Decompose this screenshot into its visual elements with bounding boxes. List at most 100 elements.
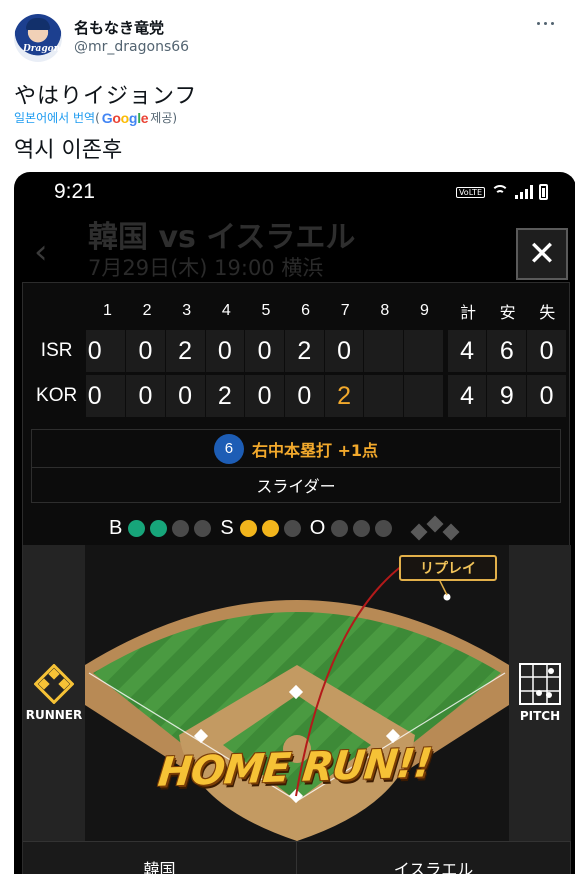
tweet-header: Dragons 名もなき竜党 @mr_dragons66 [14, 12, 562, 62]
replay-button[interactable]: リプレイ [399, 555, 497, 581]
hits-total: 6 [487, 330, 527, 372]
strike-dot [283, 519, 301, 537]
inning-score: 0 [126, 375, 165, 417]
team-name: ISR [40, 340, 73, 361]
field-diagram [85, 564, 509, 841]
ball-dot [194, 519, 212, 537]
batter-number-badge: 6 [213, 433, 244, 464]
tab-israel[interactable]: イスラエル [297, 841, 571, 874]
avatar[interactable]: Dragons [14, 14, 62, 62]
scoreboard-row-isr: ISR 0 0 2 0 0 2 0 4 6 0 [27, 329, 567, 373]
inning-score-current: 2 [324, 375, 364, 417]
outs-label: O [309, 516, 326, 539]
scoreboard-header: 1 2 3 4 5 6 7 8 9 計 安 失 [27, 293, 567, 329]
inning-score: 0 [165, 375, 205, 417]
inning-header: 4 [221, 302, 231, 319]
play-detail-panel: 1 2 3 4 5 6 7 8 9 計 安 失 ISR 0 0 2 0 0 2 … [22, 282, 571, 874]
translate-paren-open: ( [95, 110, 100, 125]
inning-score: 0 [205, 330, 245, 372]
inning-score: 2 [165, 330, 205, 372]
inning-score: 0 [324, 330, 364, 372]
game-title: 韓国 vs イスラエル [88, 220, 356, 255]
runs-header: 計 [459, 305, 476, 322]
display-name[interactable]: 名もなき竜党 [74, 17, 164, 38]
inning-header: 2 [142, 302, 152, 319]
tweet-media-image[interactable]: 9:21 VoLTE ‹ 韓国 vs イスラエル 7月29日(木) 19:00 … [14, 172, 575, 874]
translated-text: 역시 이존후 [14, 138, 123, 163]
volte-icon: VoLTE [455, 186, 485, 198]
errors-total: 0 [527, 330, 566, 372]
strikes-dots [239, 519, 306, 537]
runs-total: 4 [447, 330, 487, 372]
inning-header: 1 [103, 302, 112, 319]
google-logo: Google [101, 109, 149, 126]
play-info-box: 6 右中本塁打 +1点 スライダー [31, 429, 561, 503]
strike-dot [239, 519, 257, 537]
team-name: KOR [36, 385, 78, 406]
strike-dot [261, 519, 279, 537]
home-run-banner: HOME RUN!! [155, 740, 434, 796]
inning-score [404, 330, 443, 372]
translate-label[interactable]: 일본어에서 번역 [14, 109, 95, 126]
pitch-button[interactable]: PITCH [509, 545, 571, 841]
scoreboard: 1 2 3 4 5 6 7 8 9 計 安 失 ISR 0 0 2 0 0 2 … [27, 293, 567, 419]
runs-total: 4 [447, 375, 487, 417]
out-dot [353, 519, 371, 537]
play-line: 6 右中本塁打 +1点 [32, 430, 560, 468]
ball-dot [128, 519, 146, 537]
inning-score [404, 375, 443, 417]
status-time: 9:21 [54, 180, 95, 203]
out-dot [331, 519, 349, 537]
more-options-icon[interactable] [534, 14, 558, 34]
runner-button[interactable]: RUNNER [23, 545, 85, 841]
translate-paren-close: ) [172, 110, 178, 125]
inning-header: 7 [340, 302, 350, 319]
inning-score: 0 [86, 375, 126, 417]
hits-total: 9 [487, 375, 527, 417]
pitch-label: PITCH [519, 709, 561, 723]
team-tabs: 韓国 イスラエル [23, 841, 571, 874]
game-subtitle: 7月29日(木) 19:00 横浜 [88, 256, 324, 280]
inning-header: 9 [420, 302, 429, 319]
inning-score: 0 [126, 330, 165, 372]
play-description: 右中本塁打 +1点 [251, 440, 379, 460]
inning-header: 8 [380, 302, 390, 319]
signal-icon [515, 185, 533, 199]
tweet-text: やはりイジョンフ [14, 84, 198, 109]
balls-label: B [109, 516, 123, 539]
inning-score [364, 375, 404, 417]
pitch-grid-icon [519, 663, 561, 705]
inning-header: 3 [182, 302, 192, 319]
pitch-type: スライダー [256, 477, 336, 496]
field-area: RUNNER リプレイ HOME RUN!! PITCH [23, 545, 571, 841]
wifi-icon [491, 185, 509, 199]
translate-row[interactable]: 일본어에서 번역 ( Google 제공 ) [14, 109, 177, 126]
balls-dots [128, 519, 216, 537]
inning-score [364, 330, 404, 372]
inning-score: 2 [284, 330, 324, 372]
bases-diamond-icon [407, 515, 463, 541]
scoreboard-row-kor: KOR 0 0 0 2 0 0 2 4 9 0 [27, 374, 567, 418]
ball-dot [150, 519, 168, 537]
inning-header: 6 [301, 302, 311, 319]
runner-icon [34, 664, 74, 704]
tab-korea[interactable]: 韓国 [23, 841, 297, 874]
hits-header: 安 [499, 305, 516, 322]
avatar-cap [26, 18, 50, 30]
outs-dots [331, 519, 397, 537]
inning-score: 0 [284, 375, 324, 417]
back-arrow-icon[interactable]: ‹ [34, 232, 48, 272]
inning-score: 0 [245, 330, 284, 372]
strikes-label: S [220, 516, 234, 539]
runner-label: RUNNER [25, 708, 83, 722]
translate-provider-suffix: 제공 [150, 111, 173, 125]
user-handle[interactable]: @mr_dragons66 [74, 39, 189, 55]
status-icons: VoLTE [455, 184, 548, 200]
out-dot [375, 519, 393, 537]
close-button[interactable]: ✕ [516, 228, 568, 280]
ball-count: B S O [109, 515, 463, 541]
inning-header: 5 [261, 302, 271, 319]
ball-dot [172, 519, 190, 537]
inning-score: 0 [245, 375, 284, 417]
inning-score: 2 [205, 375, 245, 417]
